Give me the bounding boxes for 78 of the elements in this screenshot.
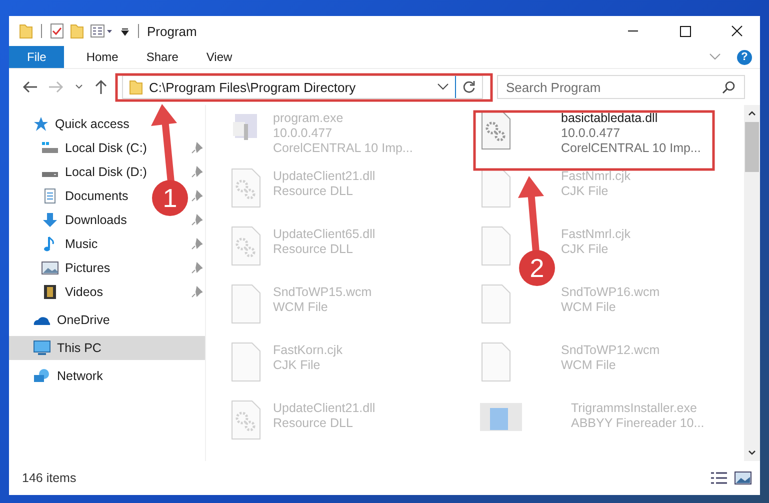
sidebar-item[interactable]: Downloads — [65, 213, 127, 227]
file-detail: CJK File — [273, 358, 322, 373]
sidebar-item[interactable]: Pictures — [65, 261, 110, 275]
forward-arrow-icon[interactable] — [48, 80, 64, 94]
pin-icon[interactable] — [191, 262, 203, 274]
checklist-icon[interactable] — [50, 23, 64, 39]
sidebar-label: Network — [57, 369, 103, 383]
file-detail: Resource DLL — [273, 416, 354, 431]
download-arrow-icon — [41, 212, 59, 228]
folder-icon[interactable] — [70, 23, 84, 39]
step-badge: 2 — [519, 250, 555, 286]
folder-icon[interactable] — [19, 23, 33, 39]
large-icons-view-icon[interactable] — [734, 471, 752, 485]
cloud-icon — [33, 314, 51, 326]
file-detail: CJK File — [561, 242, 610, 257]
file-detail: WCM File — [561, 358, 617, 373]
scroll-thumb[interactable] — [745, 122, 759, 172]
network-icon — [33, 368, 51, 384]
sidebar-item[interactable]: Music — [65, 237, 98, 251]
ribbon-tab[interactable]: Home — [72, 46, 132, 68]
pin-icon[interactable] — [191, 190, 203, 202]
drive-icon — [41, 141, 59, 155]
ribbon-tab[interactable]: Share — [132, 46, 192, 68]
pin-icon[interactable] — [191, 214, 203, 226]
sidebar-item[interactable]: Documents — [65, 189, 128, 203]
drive-icon — [41, 171, 59, 178]
scrollbar[interactable] — [744, 105, 760, 461]
step-badge: 1 — [152, 180, 188, 216]
file-detail: ABBYY Finereader 10... — [571, 416, 704, 431]
file-detail: Resource DLL — [273, 184, 354, 199]
scroll-down-icon[interactable] — [747, 449, 757, 457]
file-detail: CJK File — [561, 184, 610, 199]
up-arrow-icon[interactable] — [94, 79, 108, 95]
file-name[interactable]: basictabledata.dll — [561, 111, 701, 126]
file-detail: Resource DLL — [273, 242, 354, 257]
sidebar-label: This PC — [57, 341, 102, 355]
chevron-down-icon[interactable] — [74, 83, 84, 91]
address-path: C:\Program Files\Program Directory — [149, 80, 357, 94]
sidebar-item[interactable]: OneDrive — [9, 308, 205, 332]
search-field[interactable]: Search Program — [497, 75, 745, 99]
pin-icon[interactable] — [191, 166, 203, 178]
sidebar-item[interactable]: Local Disk (D:) — [65, 165, 147, 179]
window-title: Program — [147, 24, 197, 38]
help-button[interactable]: ? — [737, 50, 752, 64]
sidebar-item[interactable]: Videos — [65, 285, 103, 299]
folder-icon — [129, 79, 143, 95]
film-icon — [41, 284, 59, 300]
item-count: 146 items — [22, 471, 76, 485]
search-icon — [722, 80, 736, 94]
sidebar-label: OneDrive — [57, 313, 110, 327]
sidebar-item[interactable]: Local Disk (C:) — [65, 141, 147, 155]
refresh-icon[interactable] — [462, 80, 476, 94]
scroll-up-icon[interactable] — [747, 109, 757, 117]
star-icon — [33, 116, 49, 132]
file-detail: WCM File — [273, 300, 329, 315]
installer-icon[interactable] — [479, 400, 523, 434]
sidebar-item[interactable]: Quick access — [9, 112, 205, 136]
picture-icon — [41, 260, 59, 276]
pin-icon[interactable] — [191, 286, 203, 298]
ribbon-tab[interactable]: View — [192, 46, 246, 68]
address-bar[interactable]: C:\Program Files\Program Directory — [122, 75, 483, 99]
pin-icon[interactable] — [191, 238, 203, 250]
file-detail: CorelCENTRAL 10 Imp... — [561, 141, 701, 156]
sidebar-label: Quick access — [55, 117, 130, 131]
sidebar-item[interactable]: Network — [9, 364, 205, 388]
gear-file-icon[interactable] — [479, 110, 513, 150]
file-detail: WCM File — [561, 300, 617, 315]
file-detail: CorelCENTRAL 10 Imp... — [273, 141, 413, 156]
pin-icon[interactable] — [191, 142, 203, 154]
file-icon[interactable] — [479, 168, 513, 208]
computer-icon — [33, 340, 51, 356]
file-detail: 10.0.0.477 — [273, 126, 334, 141]
properties-icon[interactable] — [90, 23, 114, 39]
back-arrow-icon[interactable] — [22, 80, 38, 94]
chevron-down-icon[interactable] — [437, 83, 449, 91]
details-view-icon[interactable] — [710, 471, 728, 485]
file-detail: 10.0.0.477 — [561, 126, 622, 141]
sidebar-item[interactable]: This PC — [9, 336, 205, 360]
